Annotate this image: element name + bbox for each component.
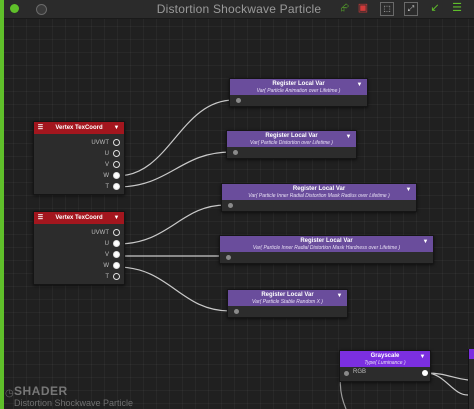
chevron-down-icon[interactable]: ▼ bbox=[336, 293, 343, 300]
port-label: U bbox=[104, 151, 109, 158]
node-subtitle: Var( Particle Stable Random X ) bbox=[252, 299, 323, 305]
port-label: W bbox=[103, 263, 109, 270]
register-local-var-node-1[interactable]: Register Local Var Var( Particle Animati… bbox=[229, 78, 368, 107]
input-port[interactable] bbox=[228, 203, 233, 208]
output-port-v[interactable]: V bbox=[105, 161, 120, 168]
port-socket[interactable] bbox=[113, 262, 120, 269]
output-port-w[interactable]: W bbox=[103, 262, 120, 269]
node-title: Register Local Var bbox=[261, 292, 314, 298]
output-port-u[interactable]: U bbox=[105, 240, 120, 247]
chevron-down-icon[interactable]: ▼ bbox=[345, 134, 352, 141]
input-port[interactable] bbox=[233, 150, 238, 155]
wire-w1-reg1 bbox=[116, 99, 235, 177]
menu-icon[interactable]: ☰ bbox=[37, 125, 44, 132]
port-label: T bbox=[105, 274, 109, 281]
port-label: UVWT bbox=[91, 230, 109, 237]
chevron-down-icon[interactable]: ▼ bbox=[405, 187, 412, 194]
node-header[interactable]: Register Local Var Var( Particle Distort… bbox=[227, 131, 356, 147]
port-socket[interactable] bbox=[113, 172, 120, 179]
shader-watermark: SHADER Distortion Shockwave Particle bbox=[14, 384, 133, 408]
output-port-uvwt[interactable]: UVWT bbox=[91, 139, 120, 146]
port-socket[interactable] bbox=[113, 150, 120, 157]
node-title: Vertex TexCoord bbox=[55, 215, 103, 221]
chevron-down-icon[interactable]: ▼ bbox=[356, 82, 363, 89]
node-header[interactable]: Register Local Var Var( Particle Stable … bbox=[228, 290, 347, 306]
port-socket[interactable] bbox=[113, 273, 120, 280]
chevron-down-icon[interactable]: ▼ bbox=[113, 215, 120, 222]
watermark-label: SHADER bbox=[14, 384, 68, 398]
port-label: V bbox=[104, 162, 109, 169]
node-subtitle: Var( Particle Distortion over Lifetime ) bbox=[250, 140, 333, 146]
node-title: Vertex TexCoord bbox=[55, 125, 103, 131]
node-title: Register Local Var bbox=[300, 238, 353, 244]
chevron-down-icon[interactable]: ▼ bbox=[113, 125, 120, 132]
node-header[interactable]: Register Local Var Var( Particle Animati… bbox=[230, 79, 367, 95]
offscreen-node[interactable] bbox=[468, 349, 474, 409]
output-port-u[interactable]: U bbox=[105, 150, 120, 157]
port-label: T bbox=[105, 184, 109, 191]
node-title: Register Local Var bbox=[265, 133, 318, 139]
node-header[interactable]: ☰ Vertex TexCoord ▼ bbox=[34, 212, 124, 224]
node-title: Register Local Var bbox=[292, 186, 346, 192]
port-label: UVWT bbox=[91, 140, 109, 147]
node-header[interactable]: Register Local Var Var( Particle Inner R… bbox=[220, 236, 433, 252]
node-header[interactable]: Register Local Var Var( Particle Inner R… bbox=[222, 184, 416, 200]
input-port-label: RGB bbox=[353, 369, 367, 375]
port-label: U bbox=[104, 241, 109, 248]
port-socket[interactable] bbox=[113, 183, 120, 190]
node-title: Register Local Var bbox=[272, 81, 325, 87]
chevron-down-icon[interactable]: ▼ bbox=[422, 239, 429, 246]
wire-u2-reg3 bbox=[116, 204, 227, 245]
output-port-uvwt[interactable]: UVWT bbox=[91, 229, 120, 236]
menu-icon[interactable]: ☰ bbox=[37, 215, 44, 222]
output-port-t[interactable]: T bbox=[105, 273, 120, 280]
port-label: V bbox=[104, 252, 109, 259]
port-socket[interactable] bbox=[113, 139, 120, 146]
grayscale-node[interactable]: Grayscale Type( Luminance ) ▼ RGB bbox=[339, 350, 431, 382]
node-header[interactable]: Grayscale Type( Luminance ) ▼ bbox=[340, 351, 430, 367]
input-port[interactable] bbox=[344, 371, 349, 376]
input-port[interactable] bbox=[234, 309, 239, 314]
output-port-v[interactable]: V bbox=[105, 251, 120, 258]
port-label: W bbox=[103, 173, 109, 180]
register-local-var-node-2[interactable]: Register Local Var Var( Particle Distort… bbox=[226, 130, 357, 159]
node-subtitle: Var( Particle Inner Radial Distortion Ma… bbox=[248, 193, 390, 199]
register-local-var-node-3[interactable]: Register Local Var Var( Particle Inner R… bbox=[221, 183, 417, 212]
port-socket[interactable] bbox=[113, 161, 120, 168]
node-title: Grayscale bbox=[370, 353, 400, 359]
output-port-t[interactable]: T bbox=[105, 183, 120, 190]
node-header[interactable]: ☰ Vertex TexCoord ▼ bbox=[34, 122, 124, 134]
node-subtitle: Var( Particle Inner Radial Distortion Ma… bbox=[252, 245, 401, 251]
node-subtitle: Var( Particle Animation over Lifetime ) bbox=[256, 88, 341, 94]
input-port[interactable] bbox=[236, 98, 241, 103]
port-socket[interactable] bbox=[113, 240, 120, 247]
port-socket[interactable] bbox=[113, 251, 120, 258]
node-subtitle: Type( Luminance ) bbox=[364, 360, 406, 366]
vertex-texcoord-node-2[interactable]: ☰ Vertex TexCoord ▼ UVWT U V W T bbox=[33, 211, 125, 285]
output-port[interactable] bbox=[422, 370, 428, 376]
port-socket[interactable] bbox=[113, 229, 120, 236]
register-local-var-node-4[interactable]: Register Local Var Var( Particle Inner R… bbox=[219, 235, 434, 264]
shader-graph-icon: ◷ bbox=[5, 388, 14, 399]
wire-w2-reg5 bbox=[116, 266, 231, 312]
vertex-texcoord-node-1[interactable]: ☰ Vertex TexCoord ▼ UVWT U V W T bbox=[33, 121, 125, 195]
register-local-var-node-5[interactable]: Register Local Var Var( Particle Stable … bbox=[227, 289, 348, 318]
watermark-shader-name: Distortion Shockwave Particle bbox=[14, 398, 134, 408]
output-port-w[interactable]: W bbox=[103, 172, 120, 179]
chevron-down-icon[interactable]: ▼ bbox=[419, 354, 426, 361]
input-port[interactable] bbox=[226, 255, 231, 260]
offscreen-node-header bbox=[469, 349, 474, 359]
wire-grayscale-out2 bbox=[425, 372, 469, 396]
wire-t1-reg2 bbox=[116, 151, 232, 188]
